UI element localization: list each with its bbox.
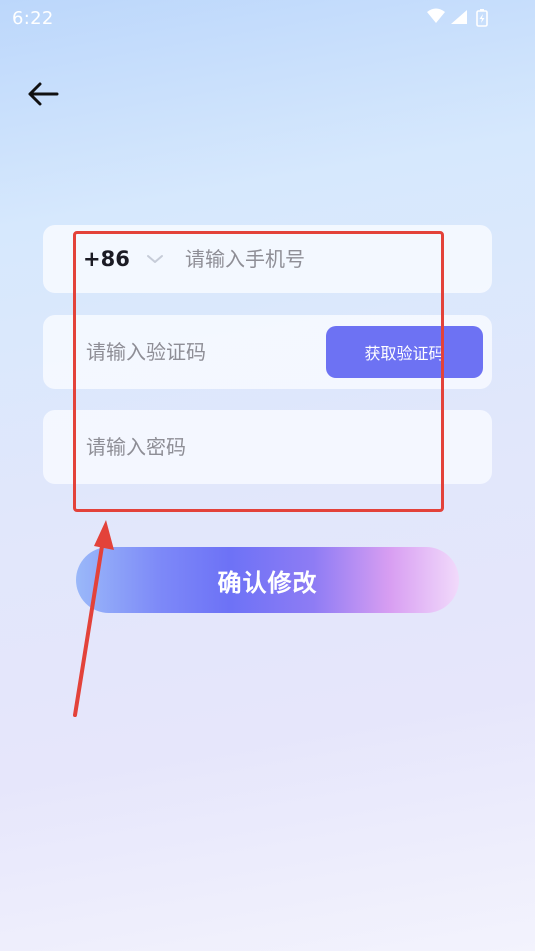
password-field xyxy=(43,410,492,484)
verification-code-field: 获取验证码 xyxy=(43,315,492,389)
get-code-button[interactable]: 获取验证码 xyxy=(326,326,483,378)
status-time: 6:22 xyxy=(12,8,54,29)
chevron-down-icon[interactable] xyxy=(145,252,165,266)
wifi-icon xyxy=(427,8,445,23)
confirm-button[interactable]: 确认修改 xyxy=(76,547,459,613)
status-icons xyxy=(427,8,488,27)
signal-icon xyxy=(451,10,467,24)
back-button[interactable] xyxy=(24,76,64,112)
arrow-left-icon xyxy=(28,82,59,106)
country-code-selector[interactable]: +86 xyxy=(83,247,130,271)
phone-field: +86 xyxy=(43,225,492,293)
phone-input[interactable] xyxy=(185,243,465,275)
verification-code-input[interactable] xyxy=(86,336,316,368)
status-bar: 6:22 xyxy=(0,0,535,36)
password-input[interactable] xyxy=(86,431,446,463)
battery-charging-icon xyxy=(476,9,488,27)
